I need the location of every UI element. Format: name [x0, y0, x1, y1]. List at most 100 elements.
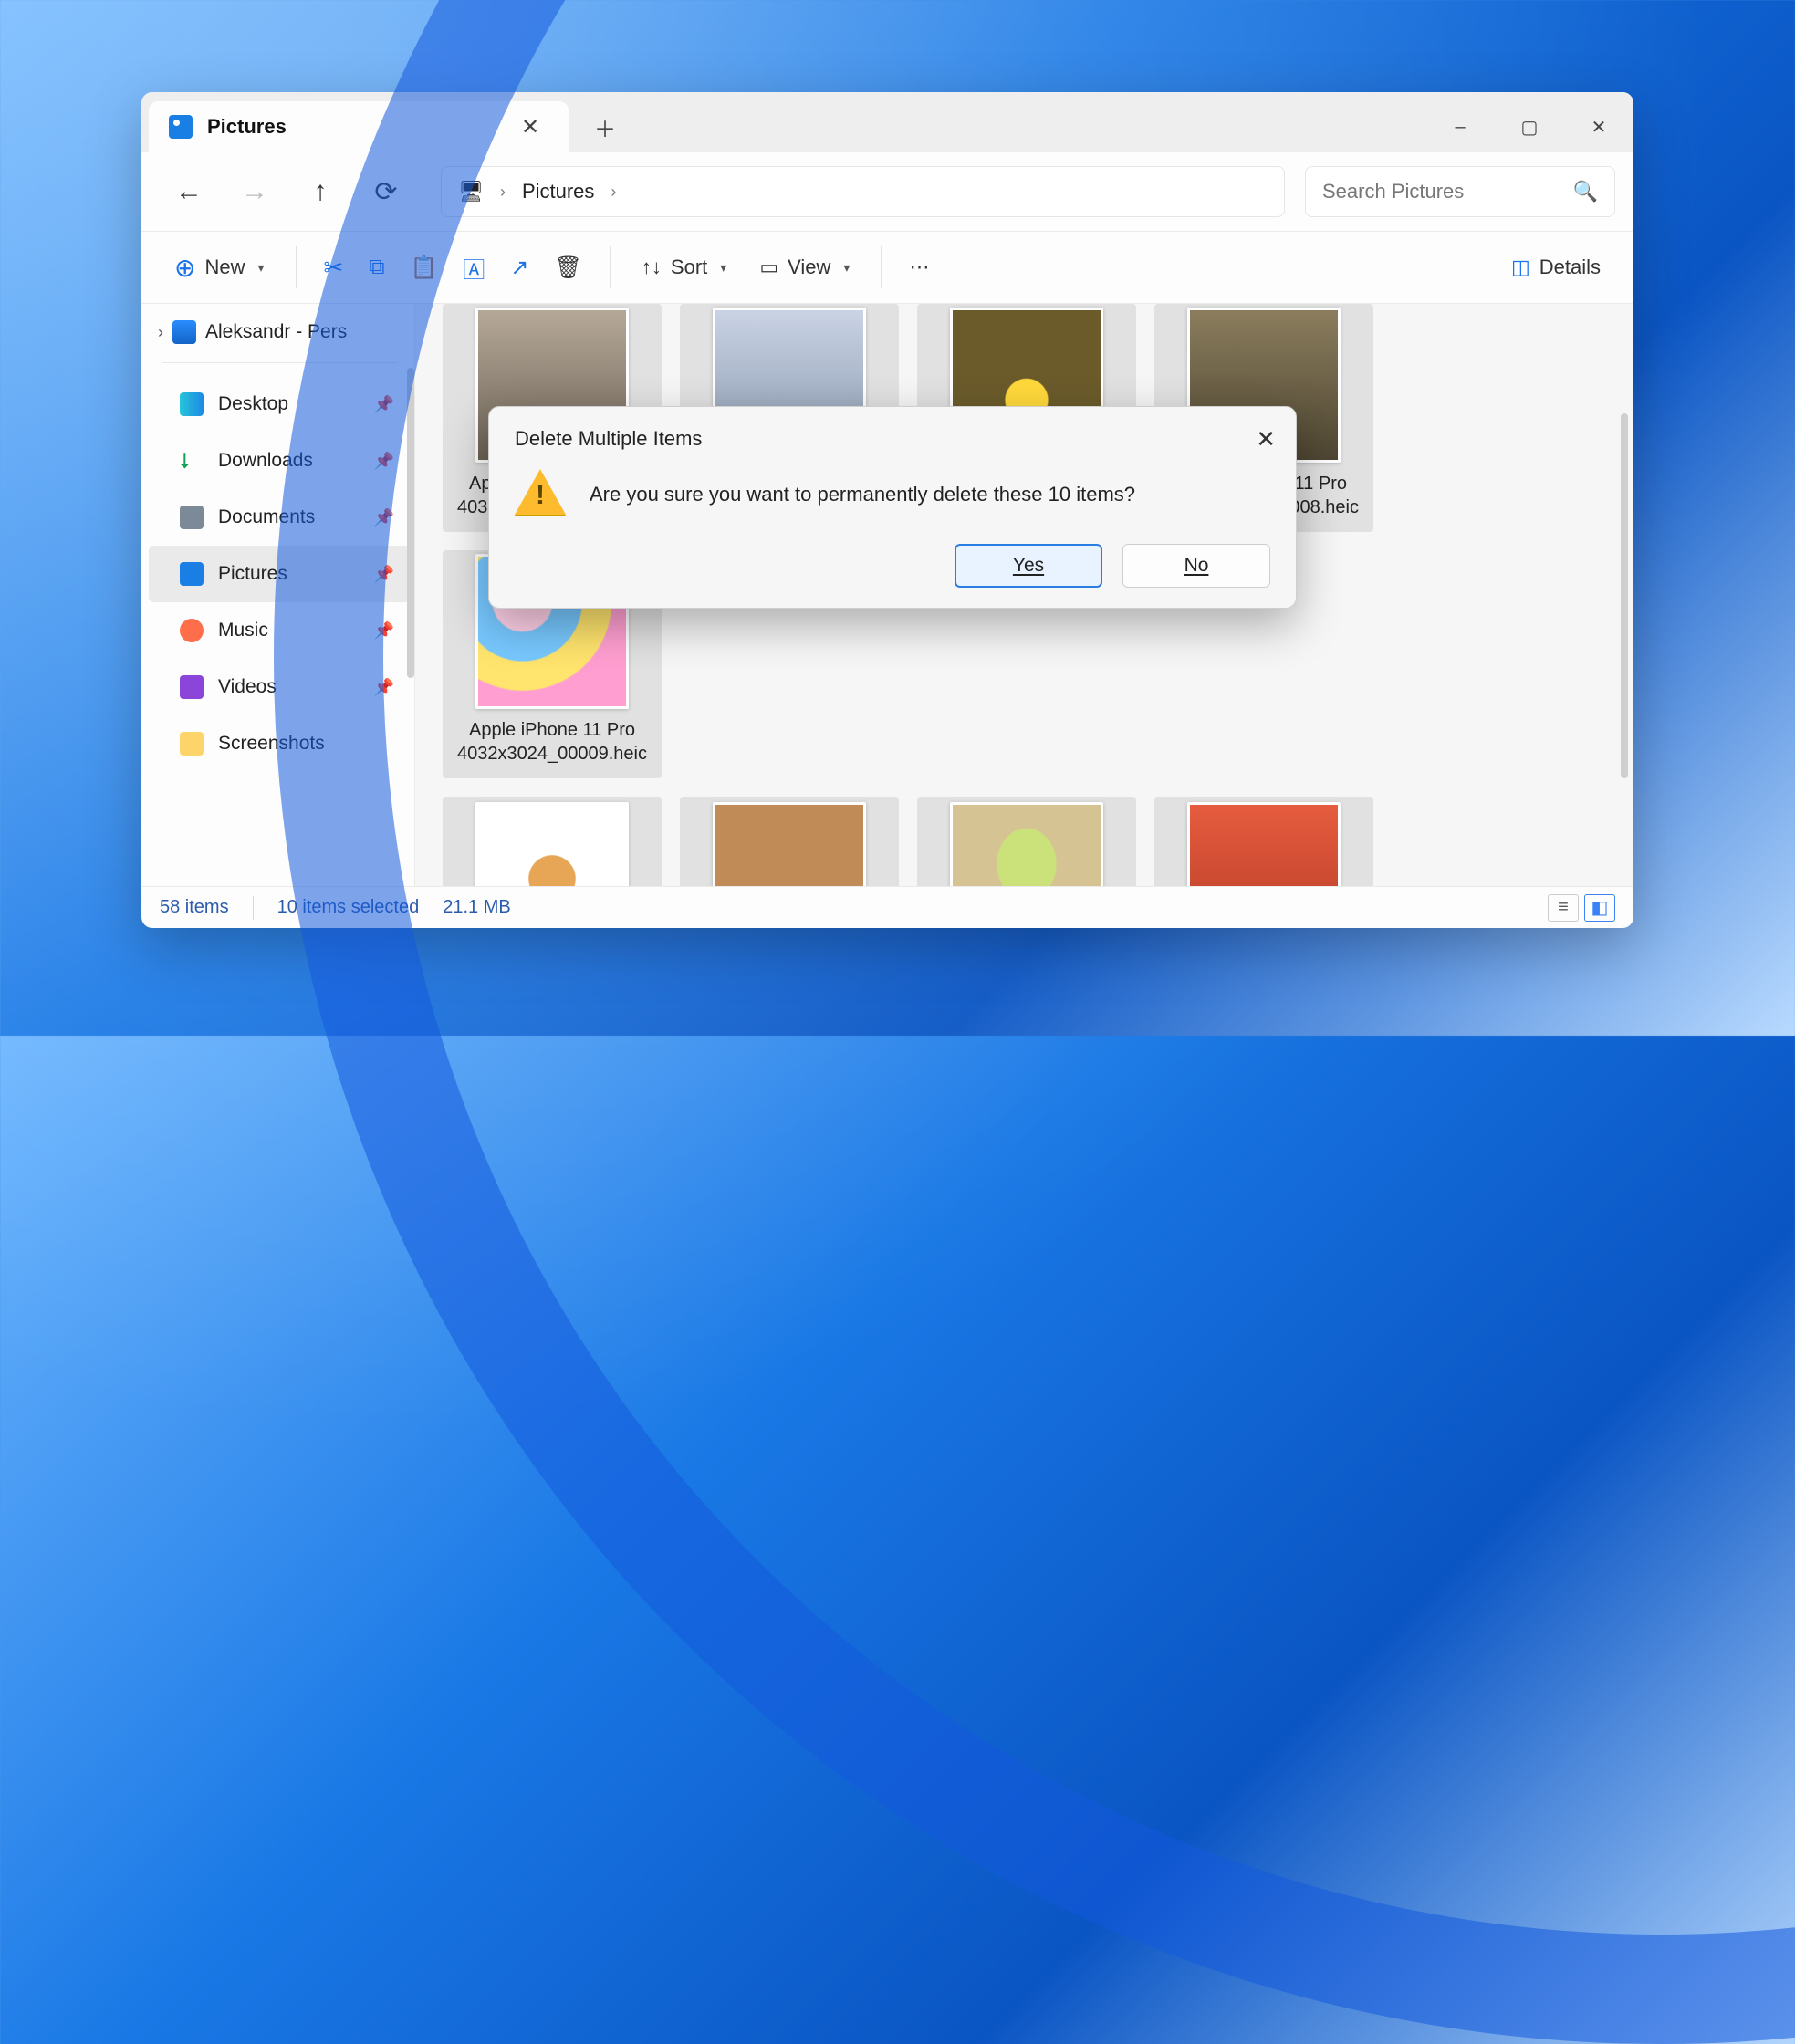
file-tile[interactable]: Apple iPhone 11 Pro: [443, 797, 662, 886]
rename-icon: 🄰: [463, 252, 485, 284]
videos-icon: [180, 675, 204, 699]
up-button[interactable]: ↑: [291, 162, 350, 221]
more-icon: ⋯: [909, 256, 929, 279]
sidebar-item-label: Desktop: [218, 393, 288, 415]
tab-pictures[interactable]: Pictures ✕: [149, 101, 569, 152]
command-bar: ⊕ New ▾ ✂ ⧉ 📋 🄰 ↗ 🗑 ↑↓ Sort ▾ ▭ View ▾ ⋯…: [141, 231, 1633, 304]
details-label: Details: [1539, 256, 1601, 279]
thumbnail: [475, 802, 629, 886]
share-button[interactable]: ↗: [499, 242, 539, 293]
item-count: 58 items: [160, 897, 229, 918]
minimize-button[interactable]: –: [1425, 101, 1495, 152]
forward-button[interactable]: →: [225, 162, 284, 221]
music-icon: [180, 619, 204, 642]
sidebar-item-screenshots[interactable]: Screenshots: [149, 715, 411, 772]
rename-button[interactable]: 🄰: [452, 242, 496, 293]
pictures-icon: [180, 562, 204, 586]
chevron-down-icon: ▾: [257, 260, 264, 276]
dialog-message: Are you sure you want to permanently del…: [590, 483, 1135, 506]
delete-icon: 🗑: [554, 255, 581, 281]
pin-icon: 📌: [374, 565, 394, 584]
tab-strip: Pictures ✕ ＋ – ▢ ✕: [141, 92, 1633, 152]
new-tab-button[interactable]: ＋: [587, 109, 623, 145]
pictures-folder-icon: [169, 115, 193, 139]
maximize-button[interactable]: ▢: [1495, 101, 1564, 152]
sidebar-item-desktop[interactable]: Desktop 📌: [149, 376, 411, 433]
file-name-second-line: 4032x3024_00009.heic: [448, 742, 656, 766]
sidebar-item-label: Screenshots: [218, 733, 325, 755]
close-window-button[interactable]: ✕: [1564, 101, 1633, 152]
delete-confirmation-dialog: Delete Multiple Items ✕ ! Are you sure y…: [488, 406, 1297, 609]
selection-count: 10 items selected: [277, 897, 420, 918]
file-tile[interactable]: Apple iPhone 11 Pro: [917, 797, 1136, 886]
chevron-down-icon: ▾: [843, 260, 850, 276]
more-button[interactable]: ⋯: [898, 242, 940, 293]
details-pane-button[interactable]: ◫ Details: [1497, 242, 1615, 293]
sidebar-item-label: Documents: [218, 506, 315, 528]
paste-icon: 📋: [410, 255, 437, 281]
status-bar: 58 items 10 items selected 21.1 MB ≡ ◧: [141, 886, 1633, 928]
navigation-pane: › Aleksandr - Pers Desktop 📌⭣ Downloads …: [141, 304, 415, 886]
address-bar[interactable]: 🖥 › Pictures ›: [441, 166, 1285, 217]
details-pane-icon: ◫: [1511, 256, 1530, 279]
sidebar-item-documents[interactable]: Documents 📌: [149, 489, 411, 546]
share-icon: ↗: [510, 255, 528, 281]
search-placeholder: Search Pictures: [1322, 180, 1464, 203]
screenshots-icon: [180, 732, 204, 756]
no-button[interactable]: No: [1122, 544, 1270, 588]
sidebar-item-music[interactable]: Music 📌: [149, 602, 411, 659]
content-scrollbar[interactable]: [1621, 413, 1628, 778]
downloads-icon: ⭣: [180, 449, 204, 473]
file-tile[interactable]: Apple iPhone 11 Pro: [1154, 797, 1373, 886]
refresh-button[interactable]: ⟳: [357, 162, 415, 221]
close-tab-button[interactable]: ✕: [512, 109, 548, 145]
new-button[interactable]: ⊕ New ▾: [160, 242, 279, 293]
tree-header[interactable]: › Aleksandr - Pers: [149, 309, 411, 355]
desktop-icon: [180, 392, 204, 416]
breadcrumb-sep-icon: ›: [500, 182, 506, 202]
sidebar-item-label: Downloads: [218, 450, 313, 472]
sidebar-scrollbar[interactable]: [407, 368, 414, 678]
search-input[interactable]: Search Pictures 🔍: [1305, 166, 1615, 217]
documents-icon: [180, 506, 204, 529]
pin-icon: 📌: [374, 508, 394, 527]
new-label: New: [204, 256, 245, 279]
search-icon: 🔍: [1573, 180, 1598, 203]
sidebar-item-downloads[interactable]: ⭣ Downloads 📌: [149, 433, 411, 489]
sidebar-item-pictures[interactable]: Pictures 📌: [149, 546, 411, 602]
thumbnails-view-toggle[interactable]: ◧: [1584, 894, 1615, 922]
copy-button[interactable]: ⧉: [358, 242, 395, 293]
copy-icon: ⧉: [369, 255, 384, 280]
breadcrumb-sep-icon: ›: [611, 182, 616, 202]
sidebar-item-label: Music: [218, 620, 268, 641]
sidebar-item-videos[interactable]: Videos 📌: [149, 659, 411, 715]
onedrive-icon: [172, 320, 196, 344]
cut-icon: ✂: [324, 254, 344, 282]
paste-button[interactable]: 📋: [399, 242, 448, 293]
thumbnail: [950, 802, 1103, 886]
dialog-close-button[interactable]: ✕: [1256, 425, 1276, 454]
sidebar-item-label: Pictures: [218, 563, 287, 585]
cut-button[interactable]: ✂: [313, 242, 355, 293]
warning-icon: !: [515, 469, 566, 520]
file-name: Apple iPhone 11 Pro: [448, 718, 656, 742]
details-view-toggle[interactable]: ≡: [1548, 894, 1579, 922]
divider: [296, 246, 297, 288]
sort-button[interactable]: ↑↓ Sort ▾: [627, 242, 741, 293]
chevron-down-icon: ▾: [720, 260, 726, 276]
thumbnail: [1187, 802, 1341, 886]
navigation-bar: ← → ↑ ⟳ 🖥 › Pictures › Search Pictures 🔍: [141, 152, 1633, 231]
tab-title: Pictures: [207, 115, 497, 139]
dialog-title: Delete Multiple Items: [515, 427, 1270, 451]
file-tile[interactable]: Apple iPhone 11 Pro: [680, 797, 899, 886]
sort-icon: ↑↓: [642, 256, 662, 279]
divider: [610, 246, 611, 288]
delete-button[interactable]: 🗑: [543, 242, 592, 293]
breadcrumb-pictures[interactable]: Pictures: [522, 180, 594, 203]
this-pc-icon: 🖥: [458, 180, 484, 203]
plus-circle-icon: ⊕: [174, 253, 195, 283]
view-button[interactable]: ▭ View ▾: [745, 242, 864, 293]
yes-button[interactable]: Yes: [955, 544, 1102, 588]
back-button[interactable]: ←: [160, 162, 218, 221]
chevron-right-icon: ›: [158, 323, 163, 342]
